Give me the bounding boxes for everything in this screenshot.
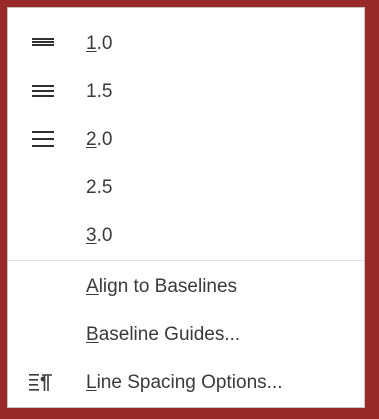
menu-item-label: Line Spacing Options... <box>86 372 283 393</box>
menu-item-spacing-2-0[interactable]: 2.0 <box>8 116 364 164</box>
menu-item-label: 2.0 <box>86 129 113 150</box>
line-spacing-2-0-icon <box>32 129 56 149</box>
menu-item-spacing-1-5[interactable]: 1.5 <box>8 68 364 116</box>
menu-item-label: 2.5 <box>86 177 113 198</box>
line-spacing-1-5-icon <box>32 83 56 103</box>
menu-item-spacing-1-0[interactable]: 1.0 <box>8 20 364 68</box>
menu-item-label: 3.0 <box>86 225 113 246</box>
menu-item-align-to-baselines[interactable]: Align to Baselines <box>8 263 364 311</box>
menu-item-line-spacing-options[interactable]: Line Spacing Options... <box>8 359 364 407</box>
menu-item-baseline-guides[interactable]: Baseline Guides... <box>8 311 364 359</box>
line-spacing-options-icon <box>28 372 54 392</box>
menu-separator <box>8 260 364 261</box>
menu-item-label: 1.5 <box>86 81 113 102</box>
menu-item-label: Baseline Guides... <box>86 324 241 345</box>
menu-item-label: Align to Baselines <box>86 276 238 297</box>
menu-item-spacing-2-5[interactable]: 2.5 <box>8 164 364 212</box>
menu-item-spacing-3-0[interactable]: 3.0 <box>8 212 364 260</box>
line-spacing-menu: 1.0 1.5 2.0 2.5 3.0 Align to Baselines B… <box>7 7 365 408</box>
menu-item-label: 1.0 <box>86 33 113 54</box>
line-spacing-1-0-icon <box>32 36 56 56</box>
